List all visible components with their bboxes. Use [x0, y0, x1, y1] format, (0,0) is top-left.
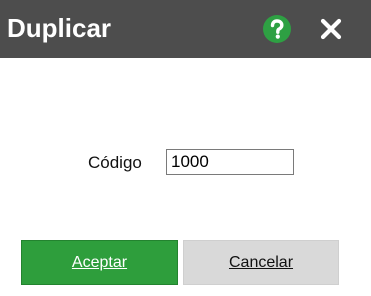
accept-button[interactable]: Aceptar — [21, 240, 178, 285]
code-input[interactable] — [166, 149, 294, 175]
close-icon[interactable] — [320, 18, 342, 40]
cancel-button[interactable]: Cancelar — [183, 240, 339, 285]
cancel-button-label: Cancelar — [228, 253, 294, 271]
help-icon[interactable] — [262, 14, 292, 44]
code-label: Código — [88, 153, 142, 172]
accept-button-label: Aceptar — [71, 253, 128, 271]
dialog-titlebar: Duplicar — [0, 0, 371, 58]
dialog-title: Duplicar — [7, 13, 112, 43]
duplicate-dialog: Duplicar Código Aceptar Cancelar — [0, 0, 371, 296]
